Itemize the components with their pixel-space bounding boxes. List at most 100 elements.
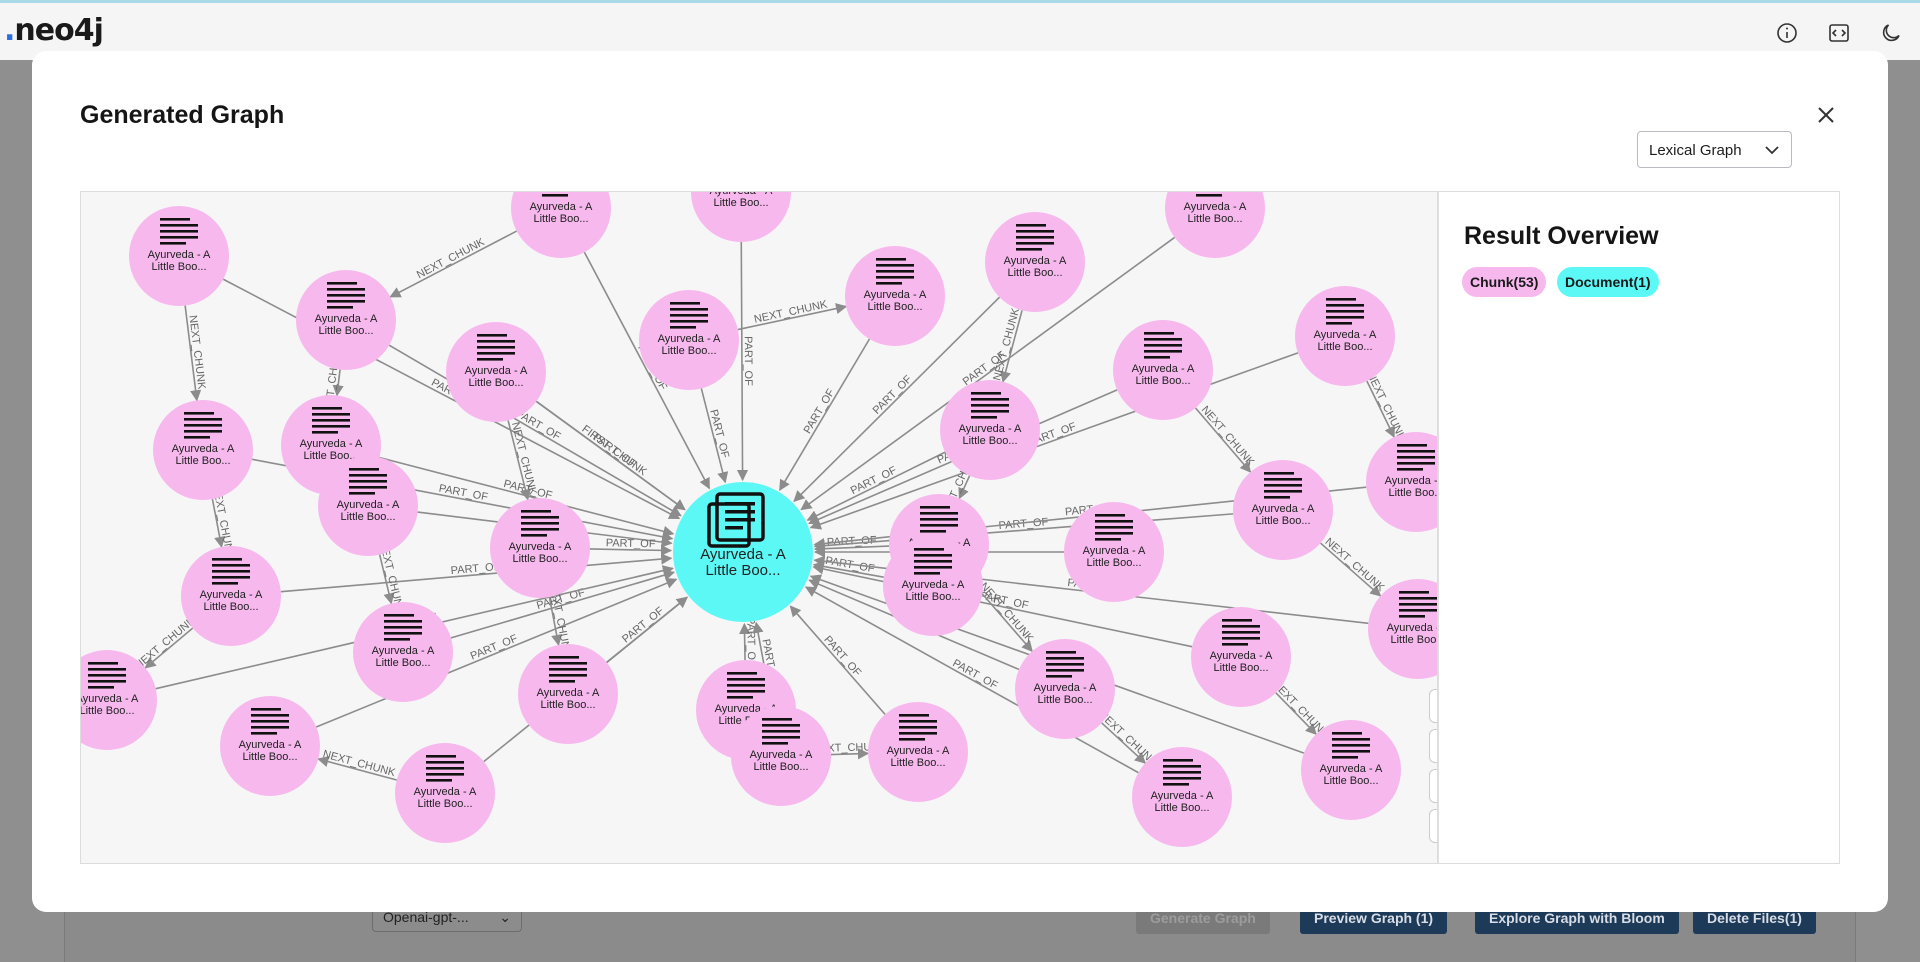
relationship-label: PART_OF (744, 617, 757, 667)
chunk-node-label: Ayurveda - A (509, 541, 572, 553)
relationship-label: NEXT_CHUNK (991, 306, 1022, 382)
chunk-node[interactable]: Ayurveda - ALittle Boo... (181, 546, 281, 646)
chunk-node-label: Little Boo... (1323, 775, 1378, 787)
chunk-node[interactable]: Ayurveda - ALittle Boo... (1015, 639, 1115, 739)
chunk-node[interactable]: Ayurveda - ALittle Boo... (845, 246, 945, 346)
chunk-node[interactable]: Ayurveda - ALittle Boo... (1191, 607, 1291, 707)
chunk-node-label: Ayurveda - A (1210, 650, 1273, 662)
chunk-node[interactable]: Ayurveda - ALittle Boo... (985, 212, 1085, 312)
chunk-node-label: Little Boo... (151, 261, 206, 273)
chunk-node-label: Little Boo... (175, 455, 230, 467)
chunk-node[interactable]: Ayurveda - ALittle Boo... (940, 380, 1040, 480)
chunk-node-label: Little Boo... (713, 197, 768, 209)
document-label-chip[interactable]: Document(1) (1557, 267, 1659, 297)
chunk-node[interactable]: Ayurveda - ALittle Boo... (395, 743, 495, 843)
relationship-label: PART_OF (821, 634, 863, 680)
document-node[interactable]: Ayurveda - ALittle Boo... (673, 482, 813, 622)
chunk-node-label: Ayurveda - A (1252, 503, 1315, 515)
chunk-node-label: Little Boo... (1317, 341, 1372, 353)
chunk-node[interactable]: Ayurveda - ALittle Boo... (639, 290, 739, 390)
graph-visualization[interactable]: PART_OF PART_OF PART_OF PART_OF PART_OF PART_… (81, 192, 1438, 864)
chunk-node[interactable]: Ayurveda - ALittle Boo... (1132, 747, 1232, 847)
chunk-node-label: Little Boo... (468, 377, 523, 389)
relationship-label: PART_OF (802, 387, 838, 436)
info-icon[interactable] (1775, 21, 1799, 45)
chunk-node[interactable]: Ayurveda - ALittle Boo... (1165, 192, 1265, 258)
chunk-node[interactable]: Ayurveda - ALittle Boo... (446, 322, 546, 422)
chunk-node[interactable]: Ayurveda - ALittle Boo... (1301, 720, 1401, 820)
chunk-node-label: Little Boo... (1007, 267, 1062, 279)
graph-type-select-value: Lexical Graph (1649, 142, 1742, 159)
code-icon[interactable] (1827, 21, 1851, 45)
chunk-node-label: Ayurveda - A (300, 438, 363, 450)
zoom-in-icon[interactable] (1429, 729, 1437, 763)
chunk-node[interactable]: Ayurveda - ALittle Boo... (353, 602, 453, 702)
chunk-node-label: Little Boo... (242, 751, 297, 763)
chunk-node-label: Little Boo... (540, 699, 595, 711)
chunk-node-label: Little Boo... (340, 511, 395, 523)
chunk-node-label: Ayurveda - A (750, 749, 813, 761)
chunk-node[interactable]: Ayurveda - ALittle Boo... (731, 706, 831, 806)
chunk-node-label: Ayurveda - A (530, 201, 593, 213)
chunk-node[interactable]: Ayurveda - ALittle Boo... (1064, 502, 1164, 602)
chunk-node-label: Ayurveda - A (658, 333, 721, 345)
document-node-label: Little Boo... (705, 562, 780, 579)
chunk-node-label: Ayurveda - A (148, 249, 211, 261)
fit-icon[interactable] (1429, 809, 1437, 843)
chunk-node-label: Ayurveda - A (537, 687, 600, 699)
chunk-node-label: Little Boo... (905, 591, 960, 603)
result-overview-panel: Result Overview Chunk(53) Document(1) (1438, 191, 1840, 864)
refresh-icon[interactable] (1429, 689, 1437, 723)
chunk-node[interactable]: Ayurveda - ALittle Boo... (1113, 320, 1213, 420)
chunk-node-label: Little Boo... (318, 325, 373, 337)
generated-graph-modal: Generated Graph Lexical Graph PART_OF PAR… (32, 51, 1888, 912)
relationship-label: NEXT_CHUNK (1199, 404, 1257, 469)
relationship-label: PART_OF (871, 373, 915, 417)
relationship-label: PART_OF (950, 657, 1000, 692)
relationship-label: NEXT_CHUNK (321, 748, 397, 779)
chunk-node[interactable]: Ayurveda - ALittle Boo... (518, 644, 618, 744)
chunk-node-label: Little Boo... (81, 705, 135, 717)
relationship-label: PART_OF (707, 408, 731, 459)
relationship-label: NEXT_CHUNK (1323, 536, 1387, 595)
relationship-label: NEXT_CHUNK (1364, 370, 1408, 443)
graph-type-select[interactable]: Lexical Graph (1637, 131, 1792, 168)
chunk-node-label: Little Boo... (1135, 375, 1190, 387)
relationship-label: NEXT_CHUNK (186, 315, 207, 391)
chunk-node[interactable]: Ayurveda - ALittle Boo... (296, 270, 396, 370)
chunk-node[interactable]: Ayurveda - ALittle Boo... (220, 696, 320, 796)
zoom-out-icon[interactable] (1429, 769, 1437, 803)
chevron-down-icon (1765, 146, 1779, 155)
chunk-node[interactable]: Ayurveda - ALittle Boo... (129, 206, 229, 306)
chunk-node-label: Ayurveda - A (172, 443, 235, 455)
relationship-edge[interactable] (389, 230, 518, 298)
result-overview-title: Result Overview (1464, 222, 1659, 250)
chunk-node-label: Ayurveda - A (315, 313, 378, 325)
chunk-node-label: Ayurveda - A (1132, 363, 1195, 375)
chunk-node[interactable]: Ayurveda - ALittle Boo... (883, 536, 983, 636)
chunk-node[interactable]: Ayurveda - ALittle Boo... (490, 498, 590, 598)
relationship-label: FIRST_CHUNK (579, 423, 649, 478)
graph-canvas[interactable]: PART_OF PART_OF PART_OF PART_OF PART_OF PART_… (80, 191, 1438, 864)
chunk-node-label: Ayurveda - A (372, 645, 435, 657)
chunk-node[interactable]: Ayurveda - ALittle Boo... (1366, 432, 1438, 532)
chunk-node[interactable]: Ayurveda - ALittle Boo... (868, 702, 968, 802)
chunk-node[interactable]: Ayurveda - ALittle Boo... (511, 192, 611, 258)
chunk-node-label: Little Boo... (1388, 487, 1438, 499)
chunk-node-label: Ayurveda - A (864, 289, 927, 301)
chunk-node[interactable]: Ayurveda - ALittle Boo... (153, 400, 253, 500)
chunk-node-label: Little Boo... (203, 601, 258, 613)
chunk-node-label: Ayurveda - A (1151, 790, 1214, 802)
relationship-label: PART_OF (606, 537, 656, 550)
chunk-node[interactable]: Ayurveda - ALittle Boo... (1295, 286, 1395, 386)
relationship-label: NEXT_CHUNK (753, 298, 829, 325)
chunk-node[interactable]: Ayurveda - ALittle Boo... (318, 456, 418, 556)
chunk-node[interactable]: Ayurveda - ALittle Boo... (1233, 460, 1333, 560)
chunk-node-label: Ayurveda - A (414, 786, 477, 798)
close-icon[interactable] (1812, 101, 1840, 129)
chunk-node-label: Ayurveda - A (1314, 329, 1377, 341)
moon-icon[interactable] (1879, 21, 1903, 45)
chunk-node-label: Ayurveda - A (902, 579, 965, 591)
chunk-label-chip[interactable]: Chunk(53) (1462, 267, 1547, 297)
chunk-node[interactable]: Ayurveda - ALittle Boo... (691, 192, 791, 242)
